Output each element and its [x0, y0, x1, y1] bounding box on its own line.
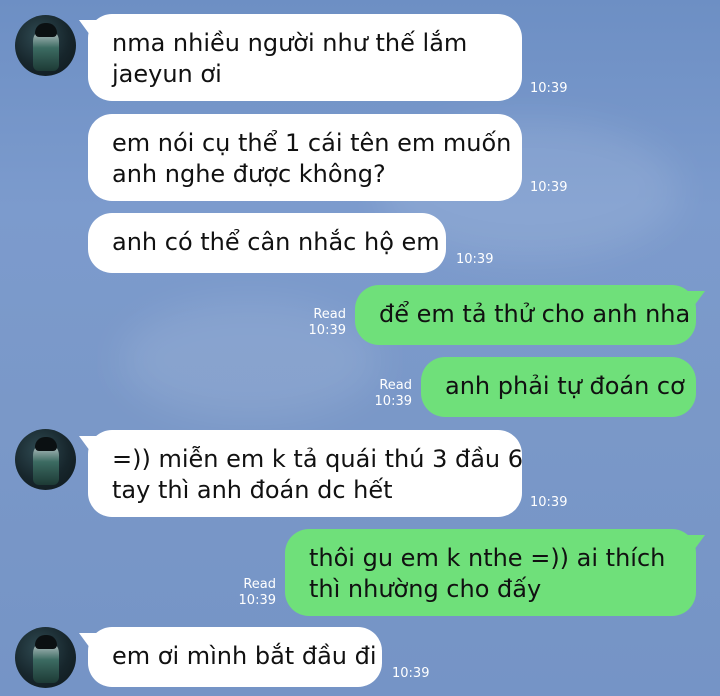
read-receipt: Read 10:39 — [234, 577, 276, 609]
message-text-line: jaeyun ơi — [112, 60, 222, 88]
message-timestamp: 10:39 — [530, 180, 568, 195]
read-receipt: Read 10:39 — [304, 307, 346, 339]
message-text-line: anh phải tự đoán cơ — [445, 372, 685, 400]
incoming-message-bubble[interactable]: =)) miễn em k tả quái thú 3 đầu 6 tay th… — [88, 430, 524, 517]
message-timestamp: 10:39 — [392, 666, 430, 681]
read-label: Read — [313, 307, 346, 322]
message-timestamp: 10:39 — [456, 252, 494, 267]
message-text-line: tay thì anh đoán dc hết — [112, 476, 393, 504]
message-timestamp: 10:39 — [238, 593, 276, 608]
message-text-line: em nói cụ thể 1 cái tên em muốn — [112, 129, 512, 157]
message-text-line: =)) miễn em k tả quái thú 3 đầu 6 — [112, 445, 524, 473]
message-timestamp: 10:39 — [530, 495, 568, 510]
contact-avatar[interactable] — [15, 15, 76, 76]
message-text-line: anh nghe được không? — [112, 160, 386, 188]
message-text-line: thì nhường cho đấy — [309, 575, 542, 603]
incoming-message-bubble[interactable]: em ơi mình bắt đầu đi — [88, 627, 382, 687]
message-text-line: anh có thể cân nhắc hộ em — [112, 228, 440, 256]
message-timestamp: 10:39 — [374, 394, 412, 409]
outgoing-message-bubble[interactable]: anh phải tự đoán cơ — [421, 357, 696, 417]
incoming-message-bubble[interactable]: anh có thể cân nhắc hộ em — [88, 213, 446, 273]
incoming-message-bubble[interactable]: em nói cụ thể 1 cái tên em muốn anh nghe… — [88, 114, 522, 201]
message-text-line: nma nhiều người như thế lắm — [112, 29, 468, 57]
message-text-line: thôi gu em k nthe =)) ai thích — [309, 544, 666, 572]
outgoing-message-bubble[interactable]: thôi gu em k nthe =)) ai thích thì nhườn… — [285, 529, 696, 616]
message-timestamp: 10:39 — [308, 323, 346, 338]
message-text-line: em ơi mình bắt đầu đi — [112, 642, 377, 670]
contact-avatar[interactable] — [15, 429, 76, 490]
contact-avatar[interactable] — [15, 627, 76, 688]
incoming-message-bubble[interactable]: nma nhiều người như thế lắm jaeyun ơi — [88, 14, 522, 101]
outgoing-message-bubble[interactable]: để em tả thử cho anh nha — [355, 285, 696, 345]
message-timestamp: 10:39 — [530, 81, 568, 96]
message-text-line: để em tả thử cho anh nha — [379, 300, 691, 328]
read-label: Read — [379, 378, 412, 393]
read-receipt: Read 10:39 — [370, 378, 412, 410]
read-label: Read — [243, 577, 276, 592]
